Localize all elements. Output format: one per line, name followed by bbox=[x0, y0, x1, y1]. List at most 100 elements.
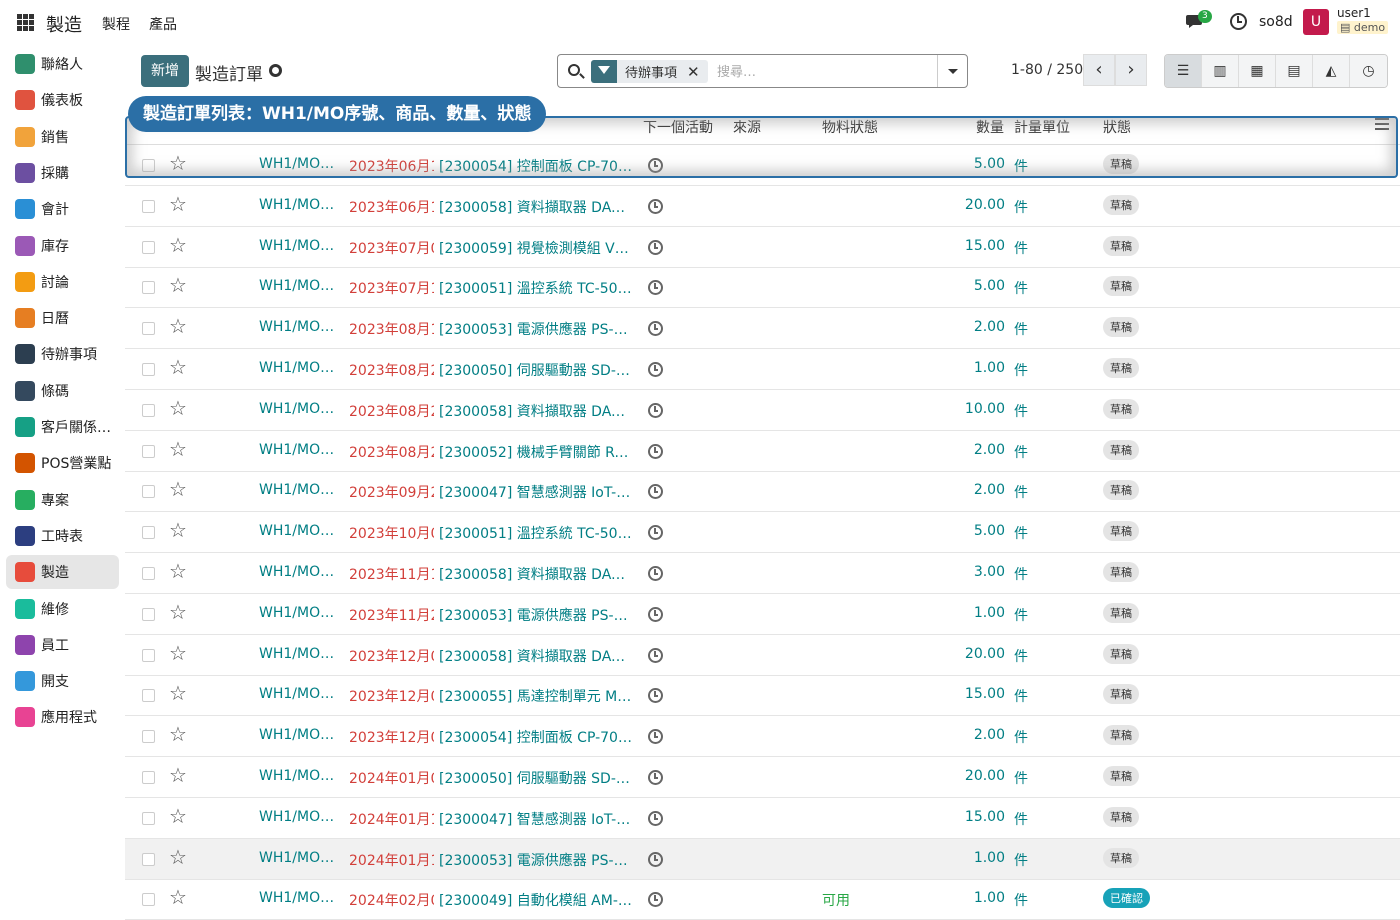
activity-clock-icon[interactable] bbox=[648, 443, 663, 459]
order-reference[interactable]: WH1/MO/… bbox=[259, 401, 335, 417]
product-name[interactable]: [2300051] 溫控系統 TC-500… bbox=[439, 278, 634, 298]
product-name[interactable]: [2300055] 馬達控制單元 MCU… bbox=[439, 686, 634, 706]
row-checkbox[interactable] bbox=[142, 240, 155, 254]
search-options-chevron-down-icon[interactable] bbox=[937, 55, 967, 87]
product-name[interactable]: [2300047] 智慧感測器 IoT-S1… bbox=[439, 482, 634, 502]
activity-clock-icon[interactable] bbox=[648, 280, 663, 296]
order-reference[interactable]: WH1/MO/… bbox=[259, 238, 335, 254]
order-reference[interactable]: WH1/MO/… bbox=[259, 197, 335, 213]
table-row[interactable]: ☆ WH1/MO/… 2023年08月2 [2300052] 機械手臂關節 RA-J…… bbox=[125, 431, 1400, 472]
sidebar-item[interactable]: POS營業點 bbox=[6, 446, 119, 480]
row-checkbox[interactable] bbox=[142, 281, 155, 295]
star-icon[interactable]: ☆ bbox=[169, 275, 187, 295]
star-icon[interactable]: ☆ bbox=[169, 602, 187, 622]
row-checkbox[interactable] bbox=[142, 730, 155, 744]
search-icon[interactable] bbox=[568, 64, 580, 76]
product-name[interactable]: [2300054] 控制面板 CP-700… bbox=[439, 727, 634, 747]
order-reference[interactable]: WH1/MO/… bbox=[259, 360, 335, 376]
row-checkbox[interactable] bbox=[142, 771, 155, 784]
pager-previous-button[interactable]: ‹ bbox=[1083, 54, 1115, 86]
menu-item-products[interactable]: 產品 bbox=[149, 14, 177, 34]
app-menu-grid-icon[interactable] bbox=[17, 14, 34, 31]
product-name[interactable]: [2300050] 伺服驅動器 SD-400… bbox=[439, 360, 634, 380]
order-reference[interactable]: WH1/MO/… bbox=[259, 605, 335, 621]
table-row[interactable]: ☆ WH1/MO/… 2023年08月1 [2300053] 電源供應器 PS-600… bbox=[125, 308, 1400, 350]
product-name[interactable]: [2300053] 電源供應器 PS-600… bbox=[439, 319, 634, 339]
close-icon[interactable]: ✕ bbox=[687, 63, 708, 81]
table-row[interactable]: ☆ WH1/MO/… 2023年11月1 [2300058] 資料擷取器 DAQ-1…… bbox=[125, 553, 1400, 594]
order-reference[interactable]: WH1/MO/… bbox=[259, 482, 335, 498]
sidebar-item[interactable]: 專案 bbox=[6, 483, 119, 517]
order-reference[interactable]: WH1/MO/… bbox=[259, 646, 335, 662]
product-name[interactable]: [2300049] 自動化模組 AM-30… bbox=[439, 890, 634, 910]
product-name[interactable]: [2300058] 資料擷取器 DAQ-1… bbox=[439, 197, 634, 217]
table-row[interactable]: ☆ WH1/MO/… 2024年01月1 [2300047] 智慧感測器 IoT-S1… bbox=[125, 798, 1400, 839]
table-row[interactable]: ☆ WH1/MO/… 2023年07月0 [2300059] 視覺檢測模組 VM-… 1… bbox=[125, 227, 1400, 268]
order-reference[interactable]: WH1/MO/… bbox=[259, 850, 335, 866]
order-reference[interactable]: WH1/MO/… bbox=[259, 319, 335, 335]
activity-clock-icon[interactable] bbox=[648, 770, 663, 785]
row-checkbox[interactable] bbox=[142, 811, 155, 825]
sidebar-item[interactable]: 工時表 bbox=[6, 519, 119, 553]
calendar-view-icon[interactable]: ▦ bbox=[1239, 55, 1276, 87]
sidebar-item[interactable]: 待辦事項 bbox=[6, 337, 119, 371]
sidebar-item[interactable]: 庫存 bbox=[6, 229, 119, 263]
table-row[interactable]: ☆ WH1/MO/… 2023年12月0 [2300055] 馬達控制單元 MCU… 1… bbox=[125, 675, 1400, 717]
table-row[interactable]: ☆ WH1/MO/… 2024年01月1 [2300053] 電源供應器 PS-600… bbox=[125, 838, 1400, 880]
unit-of-measure[interactable]: 件 bbox=[1014, 238, 1028, 258]
user-name[interactable]: user1 bbox=[1337, 6, 1371, 20]
star-icon[interactable]: ☆ bbox=[169, 561, 187, 581]
new-button[interactable]: 新增 bbox=[141, 55, 189, 87]
row-checkbox[interactable] bbox=[142, 199, 155, 213]
star-icon[interactable]: ☆ bbox=[169, 643, 187, 663]
row-checkbox[interactable] bbox=[142, 607, 155, 621]
unit-of-measure[interactable]: 件 bbox=[1014, 523, 1028, 543]
product-name[interactable]: [2300047] 智慧感測器 IoT-S1… bbox=[439, 809, 634, 829]
unit-of-measure[interactable]: 件 bbox=[1014, 809, 1028, 829]
star-icon[interactable]: ☆ bbox=[169, 683, 187, 703]
row-checkbox[interactable] bbox=[142, 852, 155, 866]
product-name[interactable]: [2300058] 資料擷取器 DAQ-1… bbox=[439, 564, 634, 584]
activity-clock-icon[interactable] bbox=[648, 402, 663, 418]
sidebar-item[interactable]: 製造 bbox=[6, 555, 119, 590]
row-checkbox[interactable] bbox=[142, 444, 155, 458]
unit-of-measure[interactable]: 件 bbox=[1014, 686, 1028, 706]
activity-clock-icon[interactable] bbox=[648, 321, 663, 337]
activity-clock-icon[interactable] bbox=[648, 606, 663, 622]
pager-value[interactable]: 1-80 / 250 bbox=[1011, 62, 1083, 78]
star-icon[interactable]: ☆ bbox=[169, 194, 187, 214]
star-icon[interactable]: ☆ bbox=[169, 806, 187, 826]
activity-clock-icon[interactable] bbox=[648, 525, 663, 541]
activity-clock-icon[interactable] bbox=[648, 647, 663, 663]
activity-clock-icon[interactable] bbox=[648, 362, 663, 377]
unit-of-measure[interactable]: 件 bbox=[1014, 401, 1028, 421]
star-icon[interactable]: ☆ bbox=[169, 520, 187, 540]
sidebar-item[interactable]: 儀表板 bbox=[6, 83, 119, 117]
sidebar-item[interactable]: 會計 bbox=[6, 192, 119, 226]
order-reference[interactable]: WH1/MO/… bbox=[259, 809, 335, 825]
table-row[interactable]: ☆ WH1/MO/… 2023年12月0 [2300058] 資料擷取器 DAQ-1…… bbox=[125, 635, 1400, 676]
star-icon[interactable]: ☆ bbox=[169, 398, 187, 418]
unit-of-measure[interactable]: 件 bbox=[1014, 727, 1028, 747]
sidebar-item[interactable]: 應用程式 bbox=[6, 700, 119, 734]
product-name[interactable]: [2300051] 溫控系統 TC-500… bbox=[439, 523, 634, 543]
order-reference[interactable]: WH1/MO/… bbox=[259, 523, 335, 539]
user-avatar[interactable]: U bbox=[1303, 9, 1329, 35]
sidebar-item[interactable]: 維修 bbox=[6, 592, 119, 626]
unit-of-measure[interactable]: 件 bbox=[1014, 278, 1028, 298]
sidebar-item[interactable]: 日曆 bbox=[6, 301, 119, 335]
pivot-view-icon[interactable]: ▤ bbox=[1276, 55, 1313, 87]
gear-icon[interactable] bbox=[269, 64, 282, 77]
sidebar-item[interactable]: 客戶關係… bbox=[6, 410, 119, 444]
table-row[interactable]: ☆ WH1/MO/… 2024年01月0 [2300050] 伺服驅動器 SD-400… bbox=[125, 757, 1400, 798]
sidebar-item[interactable]: 銷售 bbox=[6, 120, 119, 154]
unit-of-measure[interactable]: 件 bbox=[1014, 646, 1028, 666]
unit-of-measure[interactable]: 件 bbox=[1014, 890, 1028, 910]
star-icon[interactable]: ☆ bbox=[169, 316, 187, 336]
sidebar-item[interactable]: 員工 bbox=[6, 628, 119, 662]
table-row[interactable]: ☆ WH1/MO/… 2023年12月0 [2300054] 控制面板 CP-700…… bbox=[125, 716, 1400, 758]
row-checkbox[interactable] bbox=[142, 485, 155, 499]
star-icon[interactable]: ☆ bbox=[169, 724, 187, 744]
order-reference[interactable]: WH1/MO/… bbox=[259, 686, 335, 702]
activity-clock-icon[interactable] bbox=[648, 239, 663, 255]
